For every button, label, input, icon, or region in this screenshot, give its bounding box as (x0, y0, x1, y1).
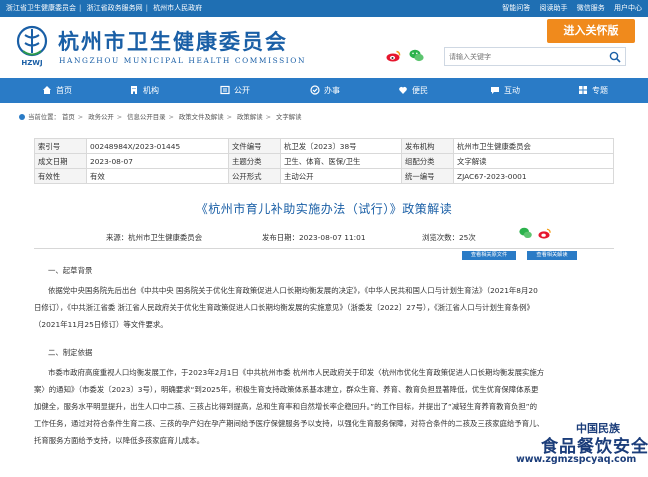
divider (34, 248, 614, 249)
breadcrumb-catalog[interactable]: 信息公开目录 (127, 113, 165, 121)
publish-date: 发布日期：2023-08-07 11:01 (262, 233, 366, 242)
breadcrumb-gov-open[interactable]: 政务公开 (88, 113, 114, 121)
site-subtitle: HANGZHOU MUNICIPAL HEALTH COMMISSION (59, 56, 307, 65)
nav-label: 首页 (56, 86, 72, 95)
svg-text:HZWJ: HZWJ (21, 59, 42, 67)
document-title: 《杭州市育儿补助实施办法（试行）》政策解读 (195, 202, 453, 216)
interact-icon (491, 87, 499, 94)
home-icon (43, 86, 51, 94)
meta-value: ZJAC67-2023-0001 (453, 168, 614, 184)
meta-value: 杭州市卫生健康委员会 (453, 138, 614, 154)
paragraph-line: 市委市政府高度重视人口均衡发展工作，于2023年2月1日《中共杭州市委 杭州市人… (48, 368, 545, 377)
table-row: 有效性 有效 公开形式 主动公开 统一编号 ZJAC67-2023-0001 (34, 168, 614, 184)
convenience-icon (399, 86, 407, 94)
meta-value: 杭卫发〔2023〕38号 (280, 138, 402, 154)
view-count: 浏览次数：25次 (422, 233, 476, 242)
table-row: 索引号 00248984X/2023-01445 文件编号 杭卫发〔2023〕3… (34, 138, 614, 154)
separator: | (145, 4, 148, 12)
nav-label: 互动 (504, 86, 520, 95)
document-meta-table: 索引号 00248984X/2023-01445 文件编号 杭卫发〔2023〕3… (34, 138, 614, 184)
document-source: 来源：杭州市卫生健康委员会 (106, 233, 203, 242)
paragraph-line: （2021年11月25日修订）等文件要求。 (34, 320, 168, 329)
top-link-zj-health[interactable]: 浙江省卫生健康委员会 (6, 4, 76, 12)
meta-value: 文字解读 (453, 153, 614, 169)
breadcrumb-policy-interpret[interactable]: 政策解读 (237, 113, 263, 121)
top-tools: 智能问答 阅读助手 微信服务 用户中心 (495, 0, 642, 17)
breadcrumb-policy-files[interactable]: 政策文件及解读 (179, 113, 224, 121)
share-wechat-icon[interactable] (519, 227, 532, 239)
separator: | (79, 4, 82, 12)
site-watermark: 中国民族 食品餐饮安全网 www.zgmzspcyaq.com (516, 420, 648, 470)
meta-key: 公开形式 (228, 168, 281, 184)
share-weibo-icon[interactable] (538, 228, 551, 239)
care-mode-button[interactable]: 进入关怀版 (547, 19, 635, 43)
nav-label: 机构 (143, 86, 159, 95)
meta-key: 主题分类 (228, 153, 281, 169)
smart-qa-link[interactable]: 智能问答 (502, 4, 530, 12)
meta-value: 2023-08-07 (86, 153, 229, 169)
wechat-icon[interactable] (409, 49, 424, 62)
nav-label: 办事 (324, 86, 340, 95)
meta-value: 有效 (86, 168, 229, 184)
watermark-url: www.zgmzspcyaq.com (516, 454, 637, 465)
breadcrumb-text-interpret[interactable]: 文字解读 (276, 113, 302, 121)
related-interpret-button[interactable]: 查看相关解读 (527, 251, 577, 260)
reading-assistant-link[interactable]: 阅读助手 (540, 4, 568, 12)
breadcrumb-home[interactable]: 首页 (62, 113, 75, 121)
location-icon (19, 114, 25, 120)
paragraph-line: 案〉的通知》（市委发〔2023〕3号），明确要求“到2025年，积极生育支持政策… (34, 385, 539, 394)
meta-key: 有效性 (34, 168, 87, 184)
related-file-button[interactable]: 查看相关原文件 (462, 251, 516, 260)
breadcrumb-prefix: 当前位置： (28, 113, 60, 121)
meta-value: 00248984X/2023-01445 (86, 138, 229, 154)
site-title: 杭州市卫生健康委员会 (58, 29, 288, 54)
main-nav: 首页 机构 公开 办事 便民 互动 专题 (0, 78, 648, 103)
meta-key: 成文日期 (34, 153, 87, 169)
search-icon[interactable] (609, 51, 621, 63)
section-heading-basis: 二、制定依据 (48, 348, 93, 357)
meta-key: 文件编号 (228, 138, 281, 154)
nav-label: 专题 (592, 86, 608, 95)
nav-label: 便民 (412, 86, 428, 95)
section-heading-background: 一、起草背景 (48, 266, 93, 275)
paragraph-line: 依据党中央国务院先后出台《中共中央 国务院关于优化生育政策促进人口长期均衡发展的… (48, 286, 538, 295)
wechat-service-link[interactable]: 微信服务 (577, 4, 605, 12)
table-row: 成文日期 2023-08-07 主题分类 卫生、体育、医保/卫生 组配分类 文字… (34, 153, 614, 169)
building-icon (131, 86, 137, 94)
top-link-zj-gov-service[interactable]: 浙江省政务服务网 (87, 4, 143, 12)
topic-icon (579, 86, 587, 94)
top-links: 浙江省卫生健康委员会 | 浙江省政务服务网 | 杭州市人民政府 (6, 0, 202, 17)
site-header: HZWJ 杭州市卫生健康委员会 HANGZHOU MUNICIPAL HEALT… (0, 17, 648, 78)
meta-key: 索引号 (34, 138, 87, 154)
user-center-link[interactable]: 用户中心 (614, 4, 642, 12)
paragraph-line: 加健全，服务水平明显提升，出生人口中二孩、三孩占比得到提高，总和生育率和自然增长… (34, 402, 537, 411)
service-icon (310, 85, 320, 95)
weibo-icon[interactable] (386, 50, 401, 62)
breadcrumb: 当前位置： 首页 > 政务公开 > 信息公开目录 > 政策文件及解读 > 政策解读 > 文… (19, 112, 302, 121)
meta-key: 组配分类 (401, 153, 454, 169)
hzwj-emblem-icon[interactable]: HZWJ (14, 25, 50, 67)
top-bar: 浙江省卫生健康委员会 | 浙江省政务服务网 | 杭州市人民政府 智能问答 阅读助手 … (0, 0, 648, 17)
search-box (444, 47, 626, 66)
open-icon (220, 85, 230, 95)
meta-value: 主动公开 (280, 168, 402, 184)
top-link-hz-gov[interactable]: 杭州市人民政府 (153, 4, 202, 12)
nav-label: 公开 (234, 86, 250, 95)
meta-value: 卫生、体育、医保/卫生 (280, 153, 402, 169)
meta-key: 发布机构 (401, 138, 454, 154)
paragraph-line: 日修订），《中共浙江省委 浙江省人民政府关于优化生育政策促进人口长期均衡发展的实… (34, 303, 534, 312)
meta-key: 统一编号 (401, 168, 454, 184)
search-input[interactable] (449, 48, 599, 65)
